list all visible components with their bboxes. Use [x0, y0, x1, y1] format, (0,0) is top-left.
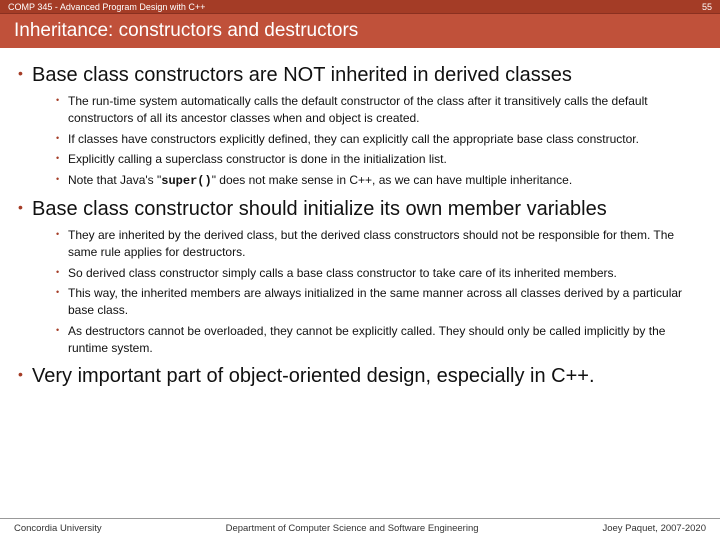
- sub-point: They are inherited by the derived class,…: [56, 227, 702, 261]
- sub-point: Explicitly calling a superclass construc…: [56, 151, 702, 168]
- sub-point: The run-time system automatically calls …: [56, 93, 702, 127]
- footer: Concordia University Department of Compu…: [0, 518, 720, 540]
- page-number: 55: [702, 0, 712, 13]
- top-bar: COMP 345 - Advanced Program Design with …: [0, 0, 720, 14]
- sub-point: As destructors cannot be overloaded, the…: [56, 323, 702, 357]
- code-snippet: super(): [161, 174, 211, 188]
- main-point: Very important part of object-oriented d…: [18, 363, 702, 390]
- sub-point: So derived class constructor simply call…: [56, 265, 702, 282]
- main-point: Base class constructor should initialize…: [18, 196, 702, 223]
- slide-title: Inheritance: constructors and destructor…: [14, 20, 358, 42]
- main-point: Base class constructors are NOT inherite…: [18, 62, 702, 89]
- sub-point: Note that Java's "super()" does not make…: [56, 172, 702, 190]
- sub-list: They are inherited by the derived class,…: [56, 227, 702, 357]
- course-code: COMP 345 - Advanced Program Design with …: [8, 0, 205, 13]
- sub-point: If classes have constructors explicitly …: [56, 131, 702, 148]
- slide-content: Base class constructors are NOT inherite…: [0, 48, 720, 390]
- footer-left: Concordia University: [14, 523, 102, 534]
- slide-title-bar: Inheritance: constructors and destructor…: [0, 14, 720, 48]
- footer-middle: Department of Computer Science and Softw…: [102, 523, 603, 534]
- sub-point: This way, the inherited members are alwa…: [56, 285, 702, 319]
- sub-list: The run-time system automatically calls …: [56, 93, 702, 190]
- footer-right: Joey Paquet, 2007-2020: [602, 523, 706, 534]
